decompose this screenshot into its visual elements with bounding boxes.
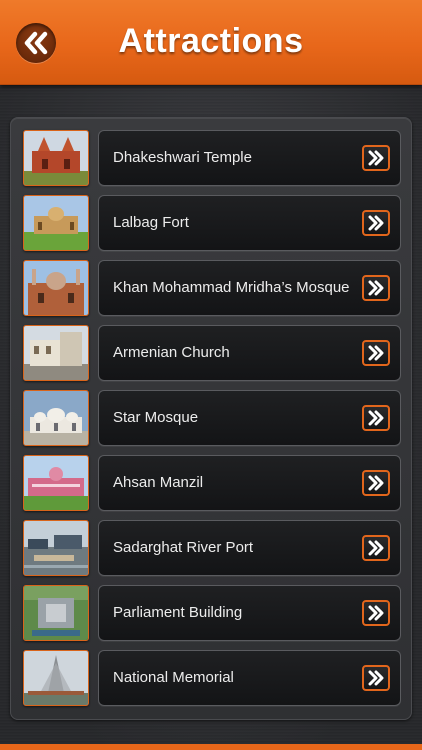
double-chevron-right-icon[interactable] — [362, 470, 390, 496]
attraction-button[interactable]: Parliament Building — [98, 585, 401, 641]
double-chevron-right-icon[interactable] — [362, 145, 390, 171]
thumbnail-image — [23, 260, 89, 316]
attraction-label: National Memorial — [113, 669, 234, 686]
double-chevron-right-icon[interactable] — [362, 275, 390, 301]
list-item: Sadarghat River Port — [23, 520, 401, 576]
attraction-label: Ahsan Manzil — [113, 474, 204, 491]
thumbnail-image — [23, 195, 89, 251]
list-item: Star Mosque — [23, 390, 401, 446]
attraction-label: Khan Mohammad Mridha’s Mosque — [113, 279, 350, 296]
attraction-label: Star Mosque — [113, 409, 199, 426]
attraction-button[interactable]: Khan Mohammad Mridha’s Mosque — [98, 260, 401, 316]
attraction-label: Lalbag Fort — [113, 214, 189, 231]
double-chevron-right-icon[interactable] — [362, 405, 390, 431]
thumbnail-image — [23, 130, 89, 186]
list-item: Parliament Building — [23, 585, 401, 641]
list-item: Armenian Church — [23, 325, 401, 381]
thumbnail-image — [23, 650, 89, 706]
attraction-button[interactable]: Sadarghat River Port — [98, 520, 401, 576]
double-chevron-right-icon[interactable] — [362, 210, 390, 236]
attraction-label: Parliament Building — [113, 604, 243, 621]
attraction-label: Dhakeshwari Temple — [113, 149, 252, 166]
attraction-button[interactable]: Star Mosque — [98, 390, 401, 446]
attraction-label: Armenian Church — [113, 344, 230, 361]
list-item: Dhakeshwari Temple — [23, 130, 401, 186]
attraction-button[interactable]: Lalbag Fort — [98, 195, 401, 251]
header-bar: Attractions — [0, 0, 422, 85]
list-item: Khan Mohammad Mridha’s Mosque — [23, 260, 401, 316]
attraction-label: Sadarghat River Port — [113, 539, 254, 556]
attraction-button[interactable]: Dhakeshwari Temple — [98, 130, 401, 186]
attraction-button[interactable]: Ahsan Manzil — [98, 455, 401, 511]
list-item: Lalbag Fort — [23, 195, 401, 251]
page-title: Attractions — [118, 22, 304, 60]
double-chevron-right-icon[interactable] — [362, 600, 390, 626]
thumbnail-image — [23, 325, 89, 381]
thumbnail-image — [23, 455, 89, 511]
list-item: Ahsan Manzil — [23, 455, 401, 511]
thumbnail-image — [23, 585, 89, 641]
thumbnail-image — [23, 390, 89, 446]
thumbnail-image — [23, 520, 89, 576]
double-chevron-right-icon[interactable] — [362, 535, 390, 561]
attraction-button[interactable]: National Memorial — [98, 650, 401, 706]
attractions-list: Dhakeshwari Temple Lalbag Fort Khan Moha… — [10, 117, 412, 720]
list-item: National Memorial — [23, 650, 401, 706]
double-chevron-right-icon[interactable] — [362, 665, 390, 691]
double-chevron-right-icon[interactable] — [362, 340, 390, 366]
attraction-button[interactable]: Armenian Church — [98, 325, 401, 381]
bottom-accent-bar — [0, 744, 422, 750]
